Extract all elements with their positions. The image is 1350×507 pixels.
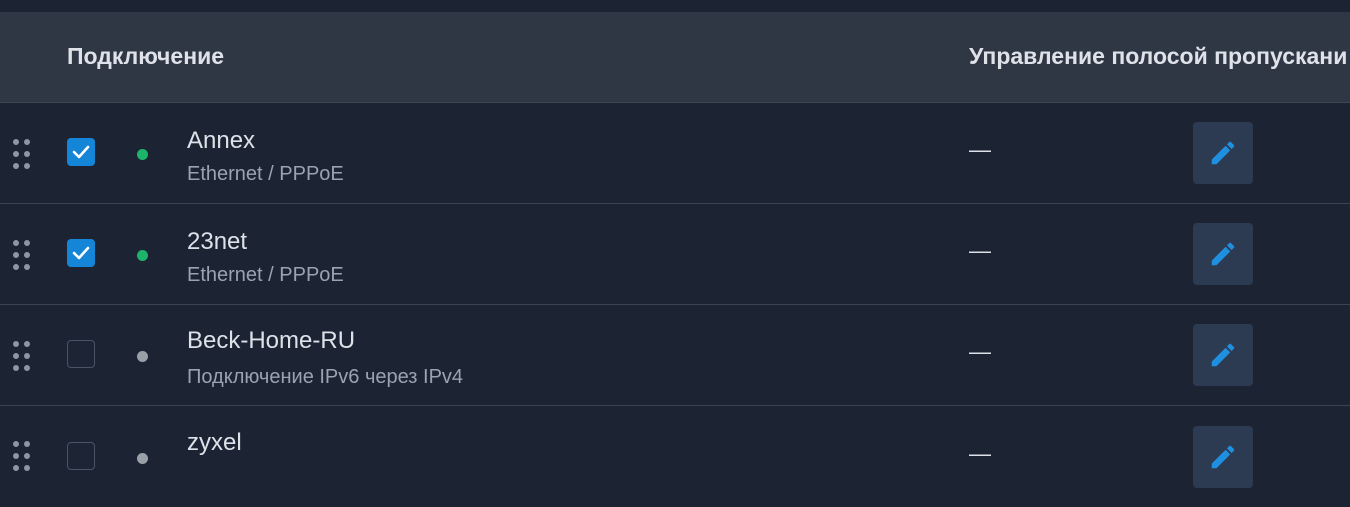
connection-name: 23net [187,228,248,255]
bandwidth-value: — [969,441,991,466]
table-row[interactable]: 23net Ethernet / PPPoE — [0,204,1350,305]
column-header-bandwidth[interactable]: Управление полосой пропускани [969,43,1347,70]
status-indicator [137,250,148,261]
status-indicator [137,351,148,362]
drag-handle-icon[interactable] [13,341,33,371]
table-row[interactable]: Annex Ethernet / PPPoE — [0,103,1350,204]
connection-type: Ethernet / PPPoE [187,163,344,185]
connection-type: Ethernet / PPPoE [187,264,344,286]
check-icon [72,145,90,159]
table-row[interactable]: zyxel — [0,407,1350,507]
pencil-icon [1211,242,1235,266]
bandwidth-value: — [969,137,991,162]
connection-type: Подключение IPv6 через IPv4 [187,366,464,388]
drag-handle-icon[interactable] [13,139,33,169]
pencil-icon [1211,445,1235,469]
connection-name: Beck-Home-RU [187,327,356,354]
connection-name: zyxel [187,429,242,456]
enable-checkbox[interactable] [67,239,95,267]
enable-checkbox[interactable] [67,138,95,166]
status-indicator [137,453,148,464]
pencil-icon [1211,343,1235,367]
bandwidth-value: — [969,339,991,364]
connection-name: Annex [187,127,256,154]
edit-button[interactable] [1193,426,1253,488]
pencil-icon [1211,141,1235,165]
top-strip [0,0,1350,12]
enable-checkbox[interactable] [67,340,95,368]
table-header: Подключение Управление полосой пропускан… [0,12,1350,103]
enable-checkbox[interactable] [67,442,95,470]
status-indicator [137,149,148,160]
table-row[interactable]: Beck-Home-RU Подключение IPv6 через IPv4… [0,305,1350,406]
column-header-connection[interactable]: Подключение [67,43,224,70]
drag-handle-icon[interactable] [13,240,33,270]
bandwidth-value: — [969,238,991,263]
check-icon [72,246,90,260]
edit-button[interactable] [1193,324,1253,386]
drag-handle-icon[interactable] [13,441,33,471]
edit-button[interactable] [1193,122,1253,184]
edit-button[interactable] [1193,223,1253,285]
